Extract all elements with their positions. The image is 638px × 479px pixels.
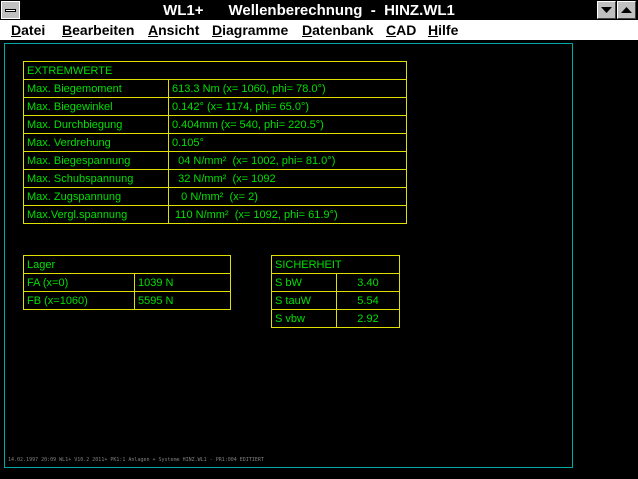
maximize-button[interactable] (617, 1, 636, 19)
window-title: WL1+ Wellenberechnung - HINZ.WL1 (163, 2, 455, 19)
extremwerte-header: EXTREMWERTE (23, 61, 407, 80)
table-row: Max. Durchbiegung 0.404mm (x= 540, phi= 2… (23, 115, 407, 134)
minimize-button[interactable] (597, 1, 616, 19)
status-footer: 14.02.1997 20:09 WL1+ V10.2 2011+ PK1:1 … (8, 457, 264, 463)
table-row: Max.Vergl.spannung 110 N/mm² (x= 1092, p… (23, 205, 407, 224)
table-row: Max. Schubspannung 32 N/mm² (x= 1092 (23, 169, 407, 188)
table-row: Max. Biegespannung 04 N/mm² (x= 1002, ph… (23, 151, 407, 170)
menu-ansicht[interactable]: Ansicht (148, 22, 199, 39)
extremwerte-table: EXTREMWERTE Max. Biegemoment 613.3 Nm (x=… (23, 61, 407, 224)
table-row: S vbw 2.92 (271, 309, 400, 328)
table-row: Max. Zugspannung 0 N/mm² (x= 2) (23, 187, 407, 206)
system-menu-icon[interactable] (1, 1, 20, 19)
menu-datenbank[interactable]: Datenbank (302, 22, 374, 39)
table-row: Max. Biegemoment 613.3 Nm (x= 1060, phi= … (23, 79, 407, 98)
table-row: Max. Verdrehung 0.105° (23, 133, 407, 152)
menu-diagramme[interactable]: Diagramme (212, 22, 288, 39)
table-row: S tauW 5.54 (271, 291, 400, 310)
sicherheit-table: SICHERHEIT S bW 3.40 S tauW 5.54 S vbw 2.92 (271, 255, 400, 328)
title-bar: WL1+ Wellenberechnung - HINZ.WL1 (0, 0, 638, 21)
minimize-icon (601, 7, 612, 13)
sicherheit-header: SICHERHEIT (271, 255, 400, 274)
menu-datei[interactable]: Datei (11, 22, 45, 39)
menu-bearbeiten[interactable]: Bearbeiten (62, 22, 134, 39)
table-row: S bW 3.40 (271, 273, 400, 292)
maximize-icon (621, 7, 632, 13)
lager-header: Lager (23, 255, 231, 274)
table-row: FB (x=1060) 5595 N (23, 291, 231, 310)
menu-cad[interactable]: CAD (386, 22, 416, 39)
menu-hilfe[interactable]: Hilfe (428, 22, 458, 39)
lager-table: Lager FA (x=0) 1039 N FB (x=1060) 5595 N (23, 255, 231, 310)
table-row: FA (x=0) 1039 N (23, 273, 231, 292)
table-row: Max. Biegewinkel 0.142° (x= 1174, phi= 65… (23, 97, 407, 116)
menu-bar: Datei Bearbeiten Ansicht Diagramme Daten… (0, 21, 638, 41)
